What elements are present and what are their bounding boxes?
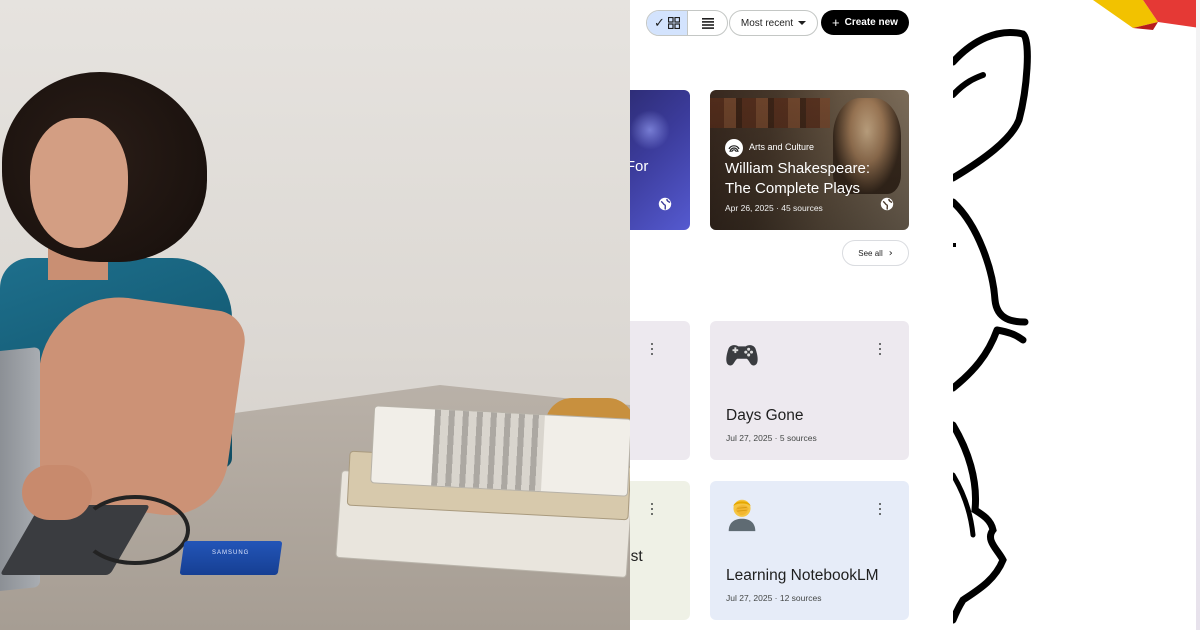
stock-photo-woman-at-laptop: SAMSUNG bbox=[0, 0, 630, 630]
hand bbox=[22, 465, 92, 520]
featured-notebook-card[interactable]: ts For ns bbox=[630, 90, 690, 230]
notebook-card[interactable] bbox=[630, 321, 690, 460]
chevron-right-icon: › bbox=[888, 247, 893, 259]
featured-notebook-title: William Shakespeare: The Complete Plays bbox=[725, 160, 871, 197]
notebook-title: Days Gone bbox=[726, 407, 804, 424]
usb-cable bbox=[80, 495, 190, 565]
see-all-button[interactable]: See all › bbox=[842, 240, 909, 266]
create-new-button[interactable]: + Create new bbox=[821, 10, 909, 35]
notebook-meta: Jul 27, 2025 · 12 sources bbox=[726, 593, 822, 603]
check-icon: ✓ bbox=[654, 15, 665, 31]
featured-title-fragment: ts For bbox=[630, 158, 649, 175]
notebook-card-learning-notebooklm[interactable]: Learning NotebookLM Jul 27, 2025 · 12 so… bbox=[710, 481, 909, 620]
notebooklm-home-panel: ✓ Most recent + Create new ts For bbox=[630, 0, 953, 630]
more-options-icon[interactable] bbox=[647, 503, 657, 515]
featured-notebook-card-shakespeare[interactable]: Arts and Culture William Shakespeare: Th… bbox=[710, 90, 909, 230]
hand-drawn-sketch bbox=[953, 0, 1200, 630]
list-view-button[interactable] bbox=[687, 11, 727, 35]
face bbox=[30, 118, 128, 248]
create-new-label: Create new bbox=[844, 17, 898, 28]
source-name: Arts and Culture bbox=[749, 142, 815, 152]
grid-icon bbox=[667, 17, 680, 29]
sketch-drawing bbox=[953, 0, 1200, 624]
more-options-icon[interactable] bbox=[875, 503, 885, 515]
portable-ssd bbox=[179, 541, 283, 575]
book-top bbox=[370, 405, 630, 497]
more-options-icon[interactable] bbox=[647, 343, 657, 355]
notebook-title: Learning NotebookLM bbox=[726, 567, 879, 584]
view-mode-toggle: ✓ bbox=[646, 10, 728, 36]
plus-icon: + bbox=[832, 15, 840, 30]
globe-icon bbox=[880, 197, 894, 211]
notebook-card[interactable]: ost bbox=[630, 481, 690, 620]
facepalm-person-icon bbox=[728, 499, 756, 532]
list-icon bbox=[701, 17, 714, 29]
arts-culture-logo-icon bbox=[728, 145, 740, 153]
sort-dropdown[interactable]: Most recent bbox=[729, 10, 818, 36]
game-controller-icon bbox=[726, 345, 758, 366]
notebook-title-fragment: ost bbox=[630, 548, 643, 565]
globe-icon bbox=[658, 197, 672, 211]
caret-down-icon bbox=[798, 21, 807, 25]
see-all-label: See all bbox=[858, 248, 883, 258]
ssd-brand-label: SAMSUNG bbox=[212, 550, 250, 556]
more-options-icon[interactable] bbox=[875, 343, 885, 355]
source-logo-icon bbox=[725, 139, 743, 157]
sort-dropdown-label: Most recent bbox=[740, 17, 794, 29]
grid-view-button[interactable]: ✓ bbox=[647, 11, 687, 35]
featured-notebook-meta: Apr 26, 2025 · 45 sources bbox=[725, 203, 823, 213]
notebook-meta: Jul 27, 2025 · 5 sources bbox=[726, 433, 817, 443]
notebook-card-days-gone[interactable]: Days Gone Jul 27, 2025 · 5 sources bbox=[710, 321, 909, 460]
